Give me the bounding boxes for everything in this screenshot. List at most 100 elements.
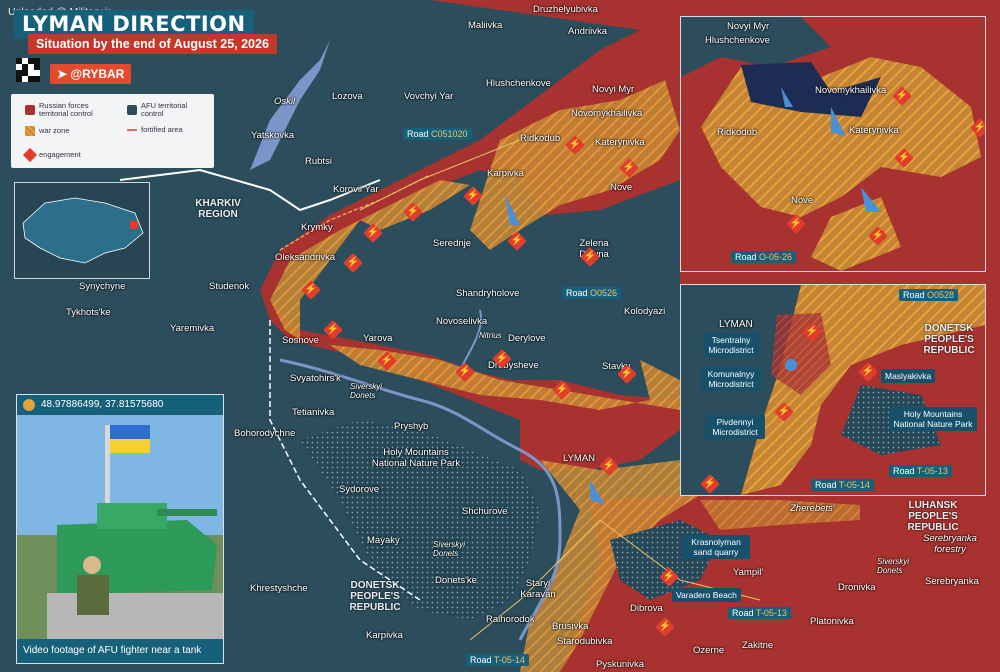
legend-war-zone-label: war zone (39, 126, 70, 135)
river-label: Nitrius (479, 331, 502, 340)
region-label: KHARKIV REGION (195, 198, 241, 220)
river-label: Oskil (274, 96, 296, 107)
varadero-callout: Varadero Beach (672, 588, 741, 602)
holy-mountains-callout: Holy Mountains National Nature Park (889, 407, 977, 431)
place-label: Dronivka (838, 582, 876, 593)
tsentralny-callout: Tsentralny Microdistrict (703, 333, 759, 357)
engagement-icon: ⚡ (868, 226, 888, 246)
video-still[interactable]: 48.97886499, 37.81575680 Video footage o… (16, 394, 224, 664)
legend-engagement-label: engagement (39, 150, 81, 159)
engagement-icon: ⚡ (377, 351, 397, 371)
inset-road-tag: Road O-05-26 (731, 251, 797, 263)
legend-engagement: engagement (22, 147, 81, 163)
place-label: Yampil' (733, 567, 764, 578)
overview-map (14, 182, 150, 279)
engagement-icon: ⚡ (507, 231, 527, 251)
engagement-icon: ⚡ (343, 253, 363, 273)
war-zone-swatch-icon (25, 126, 35, 136)
engagement-icon: ⚡ (617, 364, 637, 384)
photo-coords: 48.97886499, 37.81575680 (41, 399, 164, 410)
place-label: Kolodyazi (624, 306, 666, 317)
engagement-icon: ⚡ (619, 158, 639, 178)
engagement-icon: ⚡ (659, 567, 679, 587)
place-label: Platonivka (810, 616, 854, 627)
place-label: Novomykhailivka (571, 108, 643, 119)
place-label: Krymky (301, 222, 333, 233)
place-label: Studenok (209, 281, 250, 292)
place-label: Yaremivka (170, 323, 215, 334)
river-label: Siverskyi Donets (433, 540, 466, 558)
place-label: Rubtsi (305, 156, 332, 167)
place-label: Yarova (363, 333, 393, 344)
place-label: Karpivka (487, 168, 524, 179)
river-label: Zherebets' (790, 503, 835, 514)
russian-swatch-icon (25, 105, 35, 115)
river-label: Siverskyi Donets (350, 382, 383, 400)
place-label: Holy Mountains National Nature Park (371, 447, 461, 469)
place-label: Starodubivka (557, 636, 613, 647)
fortified-line-icon (127, 129, 137, 131)
place-label: Shandryholove (456, 288, 520, 299)
engagement-icon: ⚡ (565, 135, 585, 155)
road-tag-c051020: Road C051020 (403, 128, 472, 140)
engagement-icon: ⚡ (323, 320, 343, 340)
place-label: Derylove (508, 333, 546, 344)
engagement-icon: ⚡ (492, 349, 512, 369)
page-subtitle: Situation by the end of August 25, 2026 (28, 34, 277, 54)
engagement-icon: ⚡ (455, 362, 475, 382)
engagement-icon: ⚡ (301, 280, 321, 300)
place-label: Raihorodok (486, 614, 535, 625)
engagement-icon: ⚡ (786, 214, 806, 234)
place-label: Novyi Myr (592, 84, 635, 95)
place-label: Pyskunivka (596, 659, 645, 670)
engagement-icon: ⚡ (363, 223, 383, 243)
place-label: Tetianivka (292, 407, 335, 418)
place-label: Lozova (332, 91, 363, 102)
place-label: Yatskovka (251, 130, 295, 141)
engagement-icon: ⚡ (802, 322, 822, 342)
telegram-icon: ➤ (57, 67, 68, 81)
place-label: Serednje (433, 238, 472, 249)
place-label: Hlushchenkove (705, 35, 770, 46)
place-label: Katerynivka (849, 125, 899, 136)
photo-coords-bar: 48.97886499, 37.81575680 (17, 395, 223, 415)
place-label: Oleksandrivka (275, 252, 336, 263)
region-label: DONETSK PEOPLE'S REPUBLIC (349, 580, 401, 613)
inset-road-tag-t0514: Road T-05-14 (811, 479, 874, 491)
engagement-icon: ⚡ (774, 402, 794, 422)
place-label: Khrestyshche (250, 583, 308, 594)
photo-caption: Video footage of AFU fighter near a tank (17, 639, 223, 663)
place-label: Vovchyi Yar (404, 91, 454, 102)
inset-north-canvas (681, 17, 985, 271)
legend-russian: Russian forces territorial control (25, 102, 107, 118)
brand-link[interactable]: ➤ @RYBAR (50, 64, 132, 84)
engagement-icon: ⚡ (552, 380, 572, 400)
place-label: Hlushchenkove (486, 78, 551, 89)
place-label: Sydorove (339, 484, 380, 495)
qr-code-icon[interactable] (16, 58, 40, 82)
engagement-icon: ⚡ (580, 247, 600, 267)
place-label: Sosnove (282, 335, 319, 346)
place-label: Nove (610, 182, 633, 193)
inset-road-tag-t0513: Road T-05-13 (889, 465, 952, 477)
brand-handle: @RYBAR (70, 67, 125, 81)
road-tag-t0513: Road T-05-13 (728, 607, 791, 619)
place-label: Donets'ke (435, 575, 477, 586)
road-tag-o0526: Road O0526 (562, 287, 622, 299)
engagement-icon: ⚡ (892, 86, 912, 106)
legend-afu-label: AFU territorial control (141, 101, 188, 118)
river-label: Siverskyi Donets (877, 557, 910, 575)
place-label: LYMAN (563, 453, 596, 464)
map-legend: Russian forces territorial control AFU t… (11, 94, 214, 168)
place-label: Pryshyb (394, 421, 429, 432)
krasnolyman-callout: Krasnolyman sand quarry (682, 535, 750, 559)
maslyakivka-callout: Maslyakivka (881, 369, 936, 383)
place-label: Karpivka (366, 630, 403, 641)
legend-war-zone: war zone (25, 126, 69, 136)
place-label: Zakitne (742, 640, 774, 651)
place-label: LYMAN (719, 319, 753, 330)
ukraine-outline-icon (22, 197, 144, 264)
engagement-icon: ⚡ (403, 202, 423, 222)
place-label: Synychyne (79, 281, 126, 292)
engagement-icon: ⚡ (970, 118, 985, 138)
